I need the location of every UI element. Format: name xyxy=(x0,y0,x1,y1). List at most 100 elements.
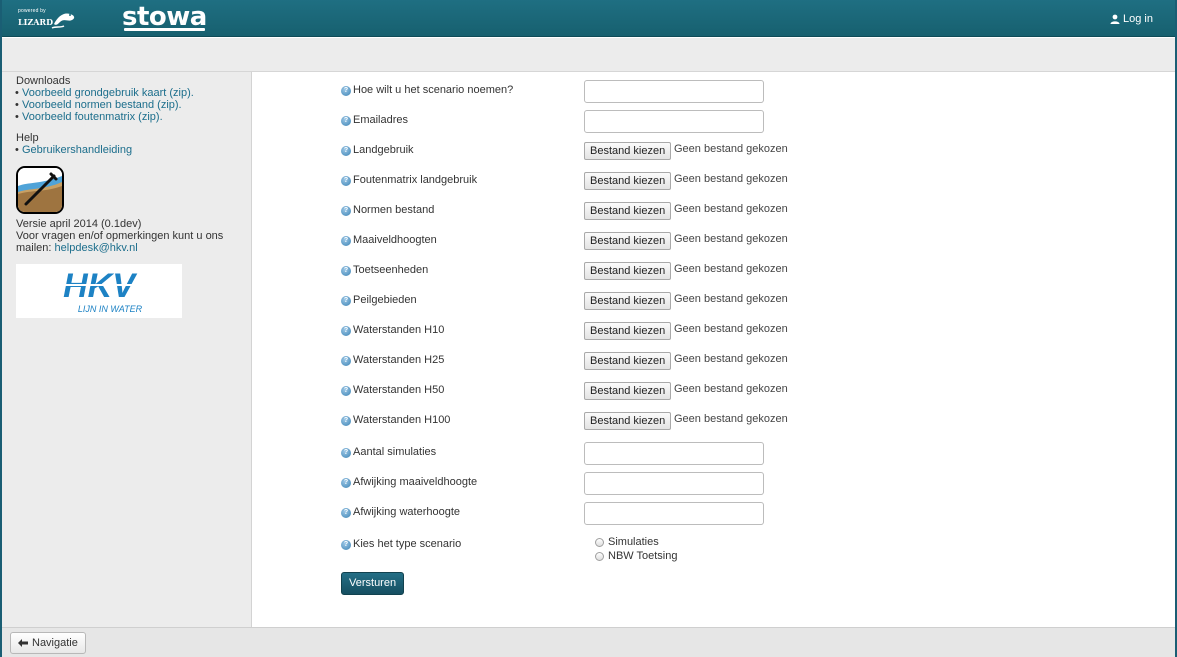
login-link[interactable]: Log in xyxy=(1110,13,1153,25)
file-choose-button[interactable]: Bestand kiezen xyxy=(584,142,672,160)
help-icon[interactable]: ? xyxy=(341,448,351,458)
field-label: Toetseenheden xyxy=(353,264,429,276)
login-label: Log in xyxy=(1123,13,1153,25)
file-choose-button[interactable]: Bestand kiezen xyxy=(584,232,672,250)
help-icon[interactable]: ? xyxy=(341,386,351,396)
ground-level-deviation-input[interactable] xyxy=(584,472,764,495)
help-icon[interactable]: ? xyxy=(341,266,351,276)
help-icon[interactable]: ? xyxy=(341,296,351,306)
file-status: Geen bestand gekozen xyxy=(674,203,788,215)
form-row-waterstanden-h10: ? Waterstanden H10 Bestand kiezen Geen b… xyxy=(341,320,1041,344)
help-icon[interactable]: ? xyxy=(341,326,351,336)
radio-option-simulaties[interactable]: Simulaties xyxy=(595,536,678,548)
navigation-button[interactable]: Navigatie xyxy=(10,632,86,654)
help-icon[interactable]: ? xyxy=(341,540,351,550)
user-manual-link[interactable]: Gebruikershandleiding xyxy=(22,144,132,156)
field-label: Afwijking waterhoogte xyxy=(353,506,461,518)
main-content: ? Hoe wilt u het scenario noemen? ? Emai… xyxy=(253,72,1175,627)
field-label: Normen bestand xyxy=(353,204,435,216)
file-status: Geen bestand gekozen xyxy=(674,143,788,155)
form-row-waterstanden-h25: ? Waterstanden H25 Bestand kiezen Geen b… xyxy=(341,350,1041,374)
file-choose-button[interactable]: Bestand kiezen xyxy=(584,202,672,220)
radio-button[interactable] xyxy=(595,551,604,561)
help-icon[interactable]: ? xyxy=(341,86,351,96)
radio-label: Simulaties xyxy=(608,536,659,548)
radio-option-nbw-toetsing[interactable]: NBW Toetsing xyxy=(595,550,678,562)
field-label: Foutenmatrix landgebruik xyxy=(353,174,478,186)
email-field[interactable] xyxy=(584,110,764,133)
help-icon[interactable]: ? xyxy=(341,416,351,426)
help-icon[interactable]: ? xyxy=(341,236,351,246)
file-choose-button[interactable]: Bestand kiezen xyxy=(584,292,672,310)
help-icon[interactable]: ? xyxy=(341,116,351,126)
powered-by-text: powered by xyxy=(18,8,46,14)
download-link-normen[interactable]: Voorbeeld normen bestand (zip). xyxy=(22,99,182,111)
field-label: Waterstanden H100 xyxy=(353,414,451,426)
form-row-maaiveldhoogten: ? Maaiveldhoogten Bestand kiezen Geen be… xyxy=(341,230,1041,254)
help-icon[interactable]: ? xyxy=(341,146,351,156)
sidebar: Downloads Voorbeeld grondgebruik kaart (… xyxy=(2,72,252,627)
help-icon[interactable]: ? xyxy=(341,176,351,186)
form-row-scenario-name: ? Hoe wilt u het scenario noemen? xyxy=(341,80,1041,104)
file-choose-button[interactable]: Bestand kiezen xyxy=(584,412,672,430)
form-row-normen: ? Normen bestand Bestand kiezen Geen bes… xyxy=(341,200,1041,224)
file-choose-button[interactable]: Bestand kiezen xyxy=(584,322,672,340)
sub-toolbar xyxy=(2,38,1175,72)
help-list: Gebruikershandleiding xyxy=(15,144,251,156)
form-row-email: ? Emailadres xyxy=(341,110,1041,134)
water-level-deviation-input[interactable] xyxy=(584,502,764,525)
field-label: Peilgebieden xyxy=(353,294,417,306)
form-row-peilgebieden: ? Peilgebieden Bestand kiezen Geen besta… xyxy=(341,290,1041,314)
download-link-foutenmatrix[interactable]: Voorbeeld foutenmatrix (zip). xyxy=(22,111,163,123)
form-row-landgebruik: ? Landgebruik Bestand kiezen Geen bestan… xyxy=(341,140,1041,164)
version-text: Versie april 2014 (0.1dev) xyxy=(16,218,142,230)
form-row-toetseenheden: ? Toetseenheden Bestand kiezen Geen best… xyxy=(341,260,1041,284)
hkv-logo[interactable]: HKV LIJN IN WATER xyxy=(16,264,182,318)
radio-label: NBW Toetsing xyxy=(608,550,678,562)
field-label: Landgebruik xyxy=(353,144,414,156)
scenario-name-input[interactable] xyxy=(584,80,764,103)
hkv-tagline: LIJN IN WATER xyxy=(78,304,143,314)
help-title: Help xyxy=(16,132,39,144)
helpdesk-email-link[interactable]: helpdesk@hkv.nl xyxy=(55,242,138,254)
app-icon xyxy=(16,166,64,214)
file-status: Geen bestand gekozen xyxy=(674,353,788,365)
radio-button[interactable] xyxy=(595,537,604,547)
form-row-aantal-simulaties: ? Aantal simulaties xyxy=(341,442,1041,466)
field-label: Maaiveldhoogten xyxy=(353,234,437,246)
form-row-scenario-type: ? Kies het type scenario Simulaties NBW … xyxy=(341,534,1041,566)
list-item: Gebruikershandleiding xyxy=(15,144,251,156)
top-navbar: powered by LIZARD stowa Log in xyxy=(2,0,1175,37)
field-label: Emailadres xyxy=(353,114,409,126)
download-link-grondgebruik[interactable]: Voorbeeld grondgebruik kaart (zip). xyxy=(22,87,194,99)
downloads-list: Voorbeeld grondgebruik kaart (zip). Voor… xyxy=(15,87,251,123)
form-row-waterstanden-h100: ? Waterstanden H100 Bestand kiezen Geen … xyxy=(341,410,1041,434)
help-icon[interactable]: ? xyxy=(341,478,351,488)
lizard-text: LIZARD xyxy=(18,17,53,27)
form-row-waterstanden-h50: ? Waterstanden H50 Bestand kiezen Geen b… xyxy=(341,380,1041,404)
form-row-afwijking-water: ? Afwijking waterhoogte xyxy=(341,502,1041,526)
file-status: Geen bestand gekozen xyxy=(674,413,788,425)
brand-underline xyxy=(124,28,205,31)
submit-button[interactable]: Versturen xyxy=(341,572,405,595)
user-icon xyxy=(1110,14,1120,24)
lizard-icon xyxy=(51,13,75,29)
file-choose-button[interactable]: Bestand kiezen xyxy=(584,382,672,400)
simulations-count-input[interactable] xyxy=(584,442,764,465)
form-row-foutenmatrix: ? Foutenmatrix landgebruik Bestand kieze… xyxy=(341,170,1041,194)
list-item: Voorbeeld grondgebruik kaart (zip). xyxy=(15,87,251,99)
stowa-logo[interactable]: stowa xyxy=(122,2,207,32)
file-choose-button[interactable]: Bestand kiezen xyxy=(584,172,672,190)
file-status: Geen bestand gekozen xyxy=(674,293,788,305)
help-icon[interactable]: ? xyxy=(341,206,351,216)
file-status: Geen bestand gekozen xyxy=(674,233,788,245)
lizard-logo[interactable]: powered by LIZARD xyxy=(16,6,78,32)
help-icon[interactable]: ? xyxy=(341,508,351,518)
file-choose-button[interactable]: Bestand kiezen xyxy=(584,352,672,370)
help-icon[interactable]: ? xyxy=(341,356,351,366)
contact-text: Voor vragen en/of opmerkingen kunt u ons xyxy=(16,230,224,242)
file-status: Geen bestand gekozen xyxy=(674,173,788,185)
file-choose-button[interactable]: Bestand kiezen xyxy=(584,262,672,280)
field-label: Aantal simulaties xyxy=(353,446,437,458)
arrow-left-icon xyxy=(18,639,28,647)
